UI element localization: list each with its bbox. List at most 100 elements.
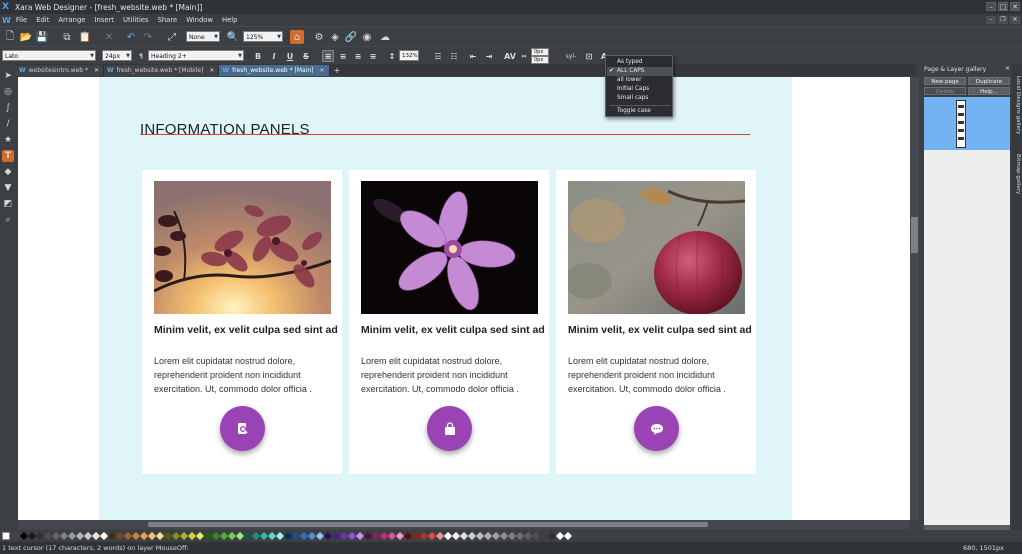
color-swatch[interactable] — [475, 531, 485, 541]
fill-tool-icon[interactable]: ◆ — [2, 166, 14, 178]
color-swatch[interactable] — [99, 531, 109, 541]
info-card[interactable]: Minim velit, ex velit culpa sed sint ad … — [556, 170, 756, 474]
line-spacing-field[interactable]: 132% — [399, 50, 419, 61]
info-card[interactable]: Minim velit, ex velit culpa sed sint ad … — [142, 170, 342, 474]
color-swatch[interactable] — [211, 531, 221, 541]
shopping-bag-icon[interactable] — [427, 406, 472, 451]
doc-minimize-icon[interactable]: – — [986, 16, 996, 24]
photo-icon[interactable]: ◉ — [360, 30, 374, 44]
text-tool-icon[interactable]: T — [2, 150, 14, 162]
case-option-small-caps[interactable]: Small caps — [607, 94, 672, 103]
color-swatch[interactable] — [419, 531, 429, 541]
page-thumbnail-selected[interactable] — [924, 97, 1010, 150]
color-swatch[interactable] — [59, 531, 69, 541]
numbered-list-icon[interactable]: ☷ — [448, 50, 460, 62]
tab-fresh-mobile[interactable]: Wfresh_website.web * [Mobile] ✕ — [103, 65, 220, 76]
card-title[interactable]: Minim velit, ex velit culpa sed sint ad — [568, 324, 753, 336]
zoom-tool-icon[interactable]: ◎ — [2, 86, 14, 98]
shape-tool-icon[interactable]: ★ — [2, 134, 14, 146]
indent-more-icon[interactable]: ⇥ — [483, 50, 495, 62]
link-icon[interactable]: 🔗 — [344, 30, 358, 44]
color-swatch[interactable] — [451, 531, 461, 541]
color-swatch[interactable] — [299, 531, 309, 541]
color-swatch[interactable] — [83, 531, 93, 541]
card-body[interactable]: Lorem elit cupidatat nostrud dolore, rep… — [361, 354, 541, 396]
color-swatch[interactable] — [499, 531, 509, 541]
color-swatch[interactable] — [323, 531, 333, 541]
underline-button[interactable]: U — [284, 50, 296, 62]
close-icon[interactable]: ✕ — [1005, 65, 1010, 72]
color-swatch[interactable] — [563, 531, 573, 541]
minimize-icon[interactable]: – — [986, 2, 996, 11]
maximize-icon[interactable]: □ — [998, 2, 1008, 11]
close-icon[interactable]: ✕ — [1010, 2, 1020, 11]
page-properties-icon[interactable]: ⚙ — [312, 30, 326, 44]
baseline-field[interactable]: 0px — [531, 56, 549, 64]
card-image-flowers-sunset[interactable] — [154, 181, 331, 314]
color-swatch[interactable] — [507, 531, 517, 541]
case-option-toggle-case[interactable]: Toggle case — [607, 107, 672, 116]
card-title[interactable]: Minim velit, ex velit culpa sed sint ad — [361, 324, 546, 336]
color-swatch[interactable] — [179, 531, 189, 541]
kerning-icon[interactable]: AV — [504, 50, 516, 62]
color-swatch[interactable] — [35, 531, 45, 541]
color-swatch[interactable] — [395, 531, 405, 541]
color-swatch[interactable] — [371, 531, 381, 541]
color-swatch[interactable] — [307, 531, 317, 541]
save-icon[interactable]: 💾 — [35, 30, 49, 44]
zoom-select[interactable]: 125% ▼ — [243, 31, 283, 42]
color-swatch[interactable] — [283, 531, 293, 541]
align-right-icon[interactable]: ≡ — [352, 50, 364, 62]
letter-spacing-icon[interactable]: ↔ — [518, 50, 530, 62]
italic-button[interactable]: I — [268, 50, 280, 62]
color-swatch[interactable] — [459, 531, 469, 541]
transparency-tool-icon[interactable]: ▼ — [2, 182, 14, 194]
card-body[interactable]: Lorem elit cupidatat nostrud dolore, rep… — [568, 354, 748, 396]
strike-button[interactable]: S — [300, 50, 312, 62]
color-swatch[interactable] — [531, 531, 541, 541]
color-swatch[interactable] — [163, 531, 173, 541]
chat-bubble-icon[interactable] — [634, 406, 679, 451]
bullet-list-icon[interactable]: ☰ — [432, 50, 444, 62]
color-swatch[interactable] — [427, 531, 437, 541]
color-swatch[interactable] — [339, 531, 349, 541]
redo-icon[interactable]: ↷ — [141, 30, 155, 44]
color-swatch[interactable] — [51, 531, 61, 541]
color-swatch[interactable] — [331, 531, 341, 541]
menu-window[interactable]: Window — [186, 16, 213, 24]
color-swatch[interactable] — [491, 531, 501, 541]
menu-arrange[interactable]: Arrange — [58, 16, 85, 24]
line-spacing-icon[interactable]: ↕ — [386, 50, 398, 62]
font-select[interactable]: Lato ▼ — [2, 50, 96, 61]
color-swatch[interactable] — [403, 531, 413, 541]
color-swatch[interactable] — [243, 531, 253, 541]
no-color-swatch[interactable] — [2, 532, 10, 540]
vertical-scrollbar[interactable] — [910, 77, 919, 520]
color-swatch[interactable] — [147, 531, 157, 541]
doc-close-icon[interactable]: ✕ — [1010, 16, 1020, 24]
search-document-icon[interactable] — [220, 406, 265, 451]
zoom-icon[interactable]: 🔍 — [226, 30, 240, 44]
align-left-icon[interactable]: ≡ — [322, 50, 334, 62]
color-swatch[interactable] — [123, 531, 133, 541]
color-swatch[interactable] — [43, 531, 53, 541]
color-swatch[interactable] — [67, 531, 77, 541]
case-option-initial-caps[interactable]: Initial Caps — [607, 85, 672, 94]
card-image-pink-flower[interactable] — [361, 181, 538, 314]
page-thumbnail[interactable] — [956, 100, 966, 148]
color-swatch[interactable] — [107, 531, 117, 541]
card-body[interactable]: Lorem elit cupidatat nostrud dolore, rep… — [154, 354, 334, 396]
fit-page-icon[interactable]: ⤢ — [165, 30, 179, 44]
tab-bitmap-gallery[interactable]: Bitmap gallery — [1013, 154, 1021, 194]
color-swatch[interactable] — [483, 531, 493, 541]
letter-spacing-field[interactable]: 0px — [531, 48, 549, 56]
close-icon[interactable]: ✕ — [94, 67, 99, 74]
menu-share[interactable]: Share — [158, 16, 178, 24]
info-card[interactable]: Minim velit, ex velit culpa sed sint ad … — [349, 170, 549, 474]
color-editor-icon[interactable] — [11, 532, 19, 540]
color-swatch[interactable] — [547, 531, 557, 541]
tab-local-designs-gallery[interactable]: Local Designs gallery — [1013, 76, 1021, 134]
color-swatch[interactable] — [259, 531, 269, 541]
delete-button[interactable]: Delete — [924, 87, 966, 95]
open-folder-icon[interactable]: 📂 — [19, 30, 33, 44]
